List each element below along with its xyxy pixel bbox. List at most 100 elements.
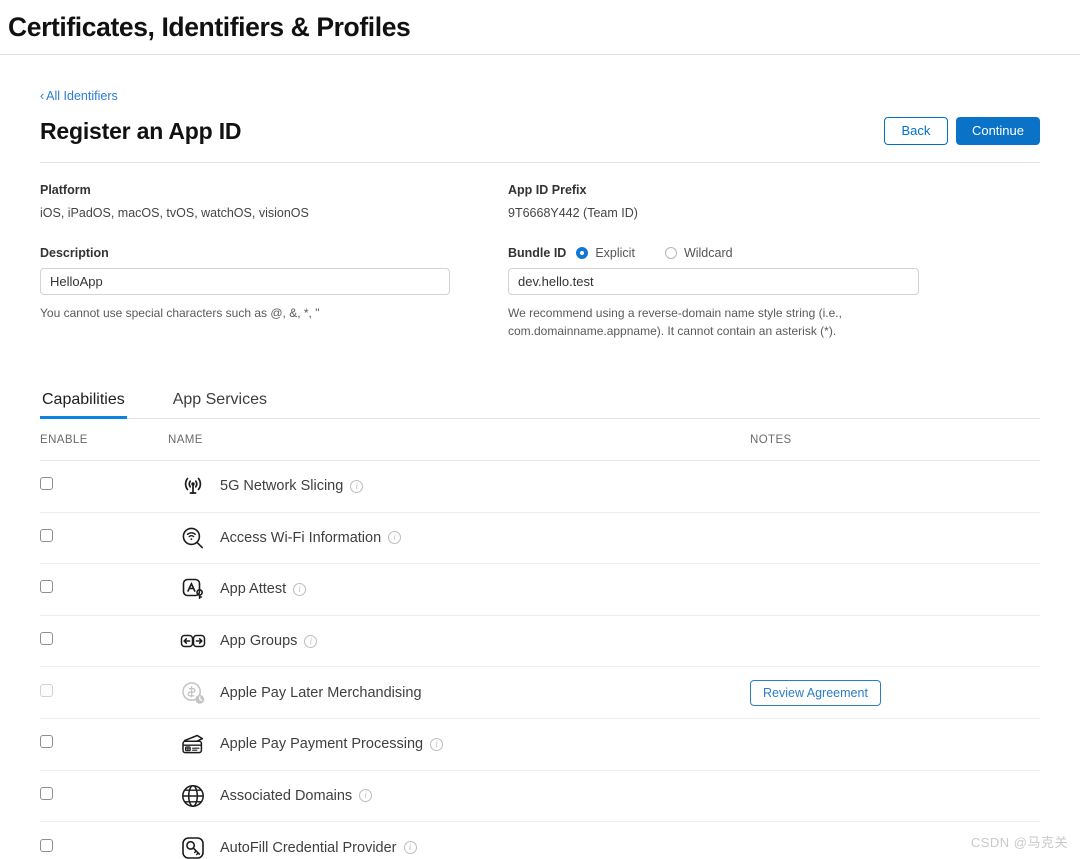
- app-groups-icon: [178, 626, 208, 656]
- apple-pay-card-icon: [178, 729, 208, 759]
- capability-name-cell: Associated Domains i: [168, 781, 750, 811]
- capability-name-cell: 5G Network Slicing i: [168, 471, 750, 501]
- review-agreement-button[interactable]: Review Agreement: [750, 680, 881, 706]
- capability-name-cell: Apple Pay Later Merchandising: [168, 678, 750, 708]
- capability-table-header: ENABLE NAME NOTES: [40, 419, 1040, 461]
- capability-name-cell: App Attest i: [168, 574, 750, 604]
- capability-checkbox: [40, 684, 53, 697]
- app-id-prefix-field: App ID Prefix 9T6668Y442 (Team ID): [508, 182, 1040, 221]
- table-row: AutoFill Credential Provider i: [40, 822, 1040, 859]
- table-row: Access Wi-Fi Information i: [40, 513, 1040, 565]
- watermark: CSDN @马克关: [971, 832, 1068, 851]
- breadcrumb-label: All Identifiers: [46, 89, 118, 103]
- capability-label: AutoFill Credential Provider: [220, 840, 397, 856]
- back-button[interactable]: Back: [884, 117, 948, 145]
- page-header-row: Register an App ID Back Continue: [40, 117, 1040, 163]
- table-row: Associated Domains i: [40, 771, 1040, 823]
- bundle-id-wildcard-label: Wildcard: [684, 246, 733, 260]
- capability-notes-cell: Review Agreement: [750, 680, 1040, 706]
- table-row: 5G Network Slicing i: [40, 461, 1040, 513]
- capability-name-cell: AutoFill Credential Provider i: [168, 833, 750, 859]
- info-icon[interactable]: i: [359, 789, 372, 802]
- form-right-column: App ID Prefix 9T6668Y442 (Team ID) Bundl…: [508, 182, 1040, 340]
- info-icon[interactable]: i: [350, 480, 363, 493]
- description-label: Description: [40, 245, 508, 261]
- capability-enable-cell: [40, 735, 168, 753]
- app-id-form: Platform iOS, iPadOS, macOS, tvOS, watch…: [40, 182, 1040, 340]
- capability-checkbox[interactable]: [40, 529, 53, 542]
- app-id-prefix-value: 9T6668Y442 (Team ID): [508, 205, 1040, 221]
- bundle-id-type-row: Bundle ID Explicit Wildcard: [508, 245, 1040, 261]
- description-input[interactable]: [40, 268, 450, 295]
- platform-label: Platform: [40, 182, 508, 198]
- platform-value: iOS, iPadOS, macOS, tvOS, watchOS, visio…: [40, 205, 508, 221]
- page-title: Certificates, Identifiers & Profiles: [8, 12, 410, 43]
- column-header-name: NAME: [168, 434, 750, 446]
- info-icon[interactable]: i: [293, 583, 306, 596]
- app-id-prefix-label: App ID Prefix: [508, 182, 1040, 198]
- platform-field: Platform iOS, iPadOS, macOS, tvOS, watch…: [40, 182, 508, 221]
- capability-enable-cell: [40, 529, 168, 547]
- description-hint: You cannot use special characters such a…: [40, 304, 400, 322]
- radio-dot-explicit: [576, 247, 588, 259]
- capability-enable-cell: [40, 684, 168, 702]
- bundle-id-explicit-radio[interactable]: Explicit: [576, 246, 635, 260]
- capability-enable-cell: [40, 839, 168, 857]
- info-icon[interactable]: i: [304, 635, 317, 648]
- bundle-id-hint: We recommend using a reverse-domain name…: [508, 304, 868, 340]
- capability-checkbox[interactable]: [40, 735, 53, 748]
- column-header-notes: NOTES: [750, 434, 1040, 446]
- capability-enable-cell: [40, 477, 168, 495]
- capability-enable-cell: [40, 580, 168, 598]
- column-header-enable: ENABLE: [40, 434, 168, 446]
- info-icon[interactable]: i: [388, 531, 401, 544]
- capability-enable-cell: [40, 632, 168, 650]
- breadcrumb-all-identifiers[interactable]: ‹All Identifiers: [40, 88, 118, 104]
- table-row: App Groups i: [40, 616, 1040, 668]
- description-field: Description You cannot use special chara…: [40, 245, 508, 322]
- wifi-magnifier-icon: [178, 523, 208, 553]
- key-icon: [178, 833, 208, 859]
- bundle-id-input[interactable]: [508, 268, 919, 295]
- app-page: Certificates, Identifiers & Profiles ‹Al…: [0, 0, 1080, 859]
- bundle-id-explicit-label: Explicit: [595, 246, 635, 260]
- capability-checkbox[interactable]: [40, 787, 53, 800]
- capability-checkbox[interactable]: [40, 632, 53, 645]
- radio-dot-wildcard: [665, 247, 677, 259]
- capability-tabs: Capabilities App Services: [40, 386, 1040, 419]
- apple-pay-later-icon: [178, 678, 208, 708]
- app-attest-icon: [178, 574, 208, 604]
- capability-label: Apple Pay Payment Processing: [220, 736, 423, 752]
- content-area: ‹All Identifiers Register an App ID Back…: [0, 55, 1080, 859]
- capability-enable-cell: [40, 787, 168, 805]
- bundle-id-wildcard-radio[interactable]: Wildcard: [665, 246, 733, 260]
- table-row: Apple Pay Payment Processing i: [40, 719, 1040, 771]
- info-icon[interactable]: i: [430, 738, 443, 751]
- capability-checkbox[interactable]: [40, 580, 53, 593]
- capability-table-body: 5G Network SlicingiAccess Wi-Fi Informat…: [40, 461, 1040, 859]
- table-row: Apple Pay Later Merchandising Review Agre…: [40, 667, 1040, 719]
- info-icon[interactable]: i: [404, 841, 417, 854]
- capability-checkbox[interactable]: [40, 839, 53, 852]
- app-header: Certificates, Identifiers & Profiles: [0, 0, 1080, 55]
- capability-label: Associated Domains: [220, 788, 352, 804]
- form-left-column: Platform iOS, iPadOS, macOS, tvOS, watch…: [40, 182, 508, 340]
- register-app-id-title: Register an App ID: [40, 118, 241, 145]
- capability-label: App Groups: [220, 633, 297, 649]
- capability-checkbox[interactable]: [40, 477, 53, 490]
- capability-label: Apple Pay Later Merchandising: [220, 685, 422, 701]
- capability-label: Access Wi-Fi Information: [220, 530, 381, 546]
- header-actions: Back Continue: [884, 117, 1040, 145]
- capability-label: 5G Network Slicing: [220, 478, 343, 494]
- network-slicing-icon: [178, 471, 208, 501]
- capability-name-cell: App Groups i: [168, 626, 750, 656]
- globe-icon: [178, 781, 208, 811]
- capability-label: App Attest: [220, 581, 286, 597]
- continue-button[interactable]: Continue: [956, 117, 1040, 145]
- chevron-left-icon: ‹: [40, 89, 44, 103]
- tab-app-services[interactable]: App Services: [171, 390, 269, 418]
- capability-name-cell: Access Wi-Fi Information i: [168, 523, 750, 553]
- capability-name-cell: Apple Pay Payment Processing i: [168, 729, 750, 759]
- table-row: App Attest i: [40, 564, 1040, 616]
- tab-capabilities[interactable]: Capabilities: [40, 390, 127, 418]
